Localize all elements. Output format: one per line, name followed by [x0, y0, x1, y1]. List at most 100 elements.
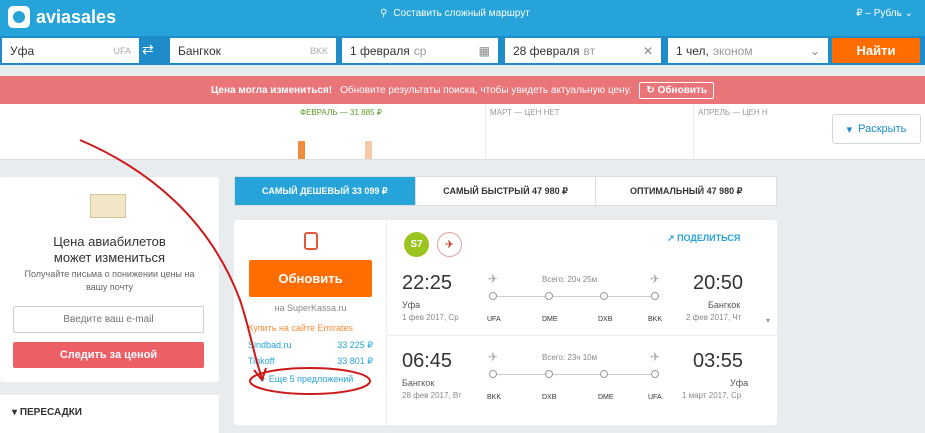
currency-selector[interactable]: ₽ – Рубль ⌄	[856, 8, 913, 19]
subscribe-title: Цена авиабилетов может измениться	[0, 234, 219, 266]
offer-row[interactable]: Sindbad.ru 33 225 ₽	[248, 340, 373, 351]
share-icon: ↗	[667, 233, 675, 243]
transfers-filter[interactable]: ▾ ПЕРЕСАДКИ	[0, 395, 219, 433]
complex-route-link[interactable]: ⚲ Составить сложный маршрут	[380, 8, 530, 19]
transfers-label: ПЕРЕСАДКИ	[19, 407, 82, 418]
stop-dot	[489, 370, 497, 378]
stop-dot	[545, 370, 553, 378]
inbound-arrival-city: Уфа	[730, 378, 749, 388]
buy-emirates-link[interactable]: Купить на сайте Emirates	[248, 323, 353, 333]
envelope-icon	[90, 194, 126, 218]
inbound-arrival-date: 1 март 2017, Ср	[682, 391, 742, 400]
outbound-duration: Всего: 20ч 25м	[542, 275, 598, 284]
month-label-mar[interactable]: МАРТ — ЦЕН НЕТ	[490, 108, 560, 117]
tab-optimal[interactable]: ОПТИМАЛЬНЫЙ 47 980 ₽	[596, 177, 776, 205]
tab-cheapest[interactable]: САМЫЙ ДЕШЕВЫЙ 33 099 ₽	[235, 177, 416, 205]
stop-dot	[600, 292, 608, 300]
search-bar: Уфа UFA ⇄ Бангкок BKK 1 февраля ср ▦ 28 …	[0, 36, 925, 65]
route-icon: ⚲	[380, 8, 388, 19]
outbound-arrival-date: 2 фев 2017, Чт	[686, 313, 742, 322]
email-input[interactable]	[13, 306, 204, 333]
airport-code: UFA	[487, 316, 501, 323]
alert-strong: Цена могла измениться!	[210, 84, 333, 96]
top-bar: aviasales ⚲ Составить сложный маршрут ₽ …	[0, 0, 925, 36]
share-label: ПОДЕЛИТЬСЯ	[677, 233, 741, 243]
month-divider	[485, 104, 486, 160]
logo[interactable]: aviasales	[8, 6, 116, 28]
offer-agency: Sindbad.ru	[248, 340, 292, 350]
inbound-duration: Всего: 23ч 10м	[542, 353, 598, 362]
baggage-icon	[304, 232, 318, 250]
inbound-arrival-time: 03:55	[693, 350, 744, 372]
expand-calendar-button[interactable]: ▾ Раскрыть	[832, 114, 921, 144]
ticket-purchase-panel: Обновить на SuperKassa.ru Купить на сайт…	[234, 220, 387, 425]
offer-agency: Tinkoff	[248, 356, 275, 366]
logo-text: aviasales	[36, 6, 117, 27]
month-divider	[693, 104, 694, 160]
subscribe-title-line: может измениться	[53, 250, 166, 265]
depart-date-value: 1 февраля	[350, 43, 410, 58]
share-button[interactable]: ↗ ПОДЕЛИТЬСЯ	[667, 233, 740, 244]
origin-iata: UFA	[113, 45, 131, 56]
segment-divider	[387, 335, 777, 336]
swap-icon[interactable]: ⇄	[142, 41, 154, 58]
plane-landing-icon: ✈	[650, 272, 661, 286]
refresh-icon: ↻	[646, 84, 655, 96]
month-label-feb[interactable]: ФЕВРАЛЬ — 31 885 ₽	[300, 108, 382, 117]
passengers-field[interactable]: 1 чел, эконом ⌄	[668, 38, 828, 63]
airport-code: DME	[598, 394, 614, 401]
stop-dot	[489, 292, 497, 300]
month-label-apr[interactable]: АПРЕЛЬ — ЦЕН Н	[698, 108, 768, 117]
inbound-departure-date: 28 фев 2017, Вт	[402, 391, 462, 400]
origin-field[interactable]: Уфа UFA	[2, 38, 139, 63]
logo-icon	[8, 6, 30, 28]
clear-icon[interactable]: ✕	[643, 44, 653, 58]
caret-down-icon[interactable]: ▾	[766, 316, 770, 325]
subscribe-title-line: Цена авиабилетов	[53, 234, 166, 249]
emirates-airline-logo: ✈	[437, 232, 462, 257]
airport-code: BKK	[487, 394, 502, 401]
stop-dot	[651, 292, 659, 300]
expand-label: Раскрыть	[858, 123, 907, 135]
caret-down-icon: ▾	[846, 123, 853, 136]
inbound-departure-city: Бангкок	[402, 378, 435, 388]
chevron-down-icon: ⌄	[904, 8, 913, 19]
caret-down-icon: ▾	[12, 407, 18, 418]
agency-label: на SuperKassa.ru	[274, 303, 347, 313]
calendar-icon: ▦	[478, 43, 490, 58]
destination-value: Бангкок	[178, 43, 221, 58]
update-button[interactable]: Обновить	[249, 260, 372, 297]
stop-dot	[545, 292, 553, 300]
alert-text: Обновите результаты поиска, чтобы увидет…	[340, 84, 632, 96]
calendar-price-bar[interactable]	[298, 141, 305, 159]
currency-label: ₽ – Рубль	[856, 8, 902, 19]
airport-code: DXB	[598, 316, 613, 323]
depart-date-field[interactable]: 1 февраля ср ▦	[342, 38, 498, 63]
stop-dot	[600, 370, 608, 378]
alert-refresh-button[interactable]: ↻ Обновить	[639, 81, 715, 99]
depart-day: ср	[413, 43, 427, 58]
calendar-price-bar[interactable]	[365, 141, 372, 159]
route-line	[496, 296, 656, 297]
more-offers-link[interactable]: + Еще 5 предложений	[261, 374, 353, 384]
offer-row[interactable]: Tinkoff 33 801 ₽	[248, 356, 373, 367]
airport-code: UFA	[648, 394, 662, 401]
outbound-departure-city: Уфа	[402, 300, 421, 310]
destination-field[interactable]: Бангкок BKK	[170, 38, 336, 63]
route-line	[496, 374, 656, 375]
return-date-field[interactable]: 28 февраля вт ✕	[505, 38, 661, 63]
outbound-departure-date: 1 фев 2017, Ср	[402, 313, 459, 322]
plane-takeoff-icon: ✈	[488, 272, 499, 286]
airport-code: DXB	[542, 394, 557, 401]
destination-iata: BKK	[309, 45, 328, 56]
origin-value: Уфа	[10, 43, 35, 58]
ticket-card: Обновить на SuperKassa.ru Купить на сайт…	[234, 220, 777, 425]
follow-price-button[interactable]: Следить за ценой	[13, 342, 204, 368]
return-day: вт	[583, 43, 596, 58]
airport-code: DME	[542, 316, 558, 323]
tab-fastest[interactable]: САМЫЙ БЫСТРЫЙ 47 980 ₽	[416, 177, 597, 205]
price-subscribe-card: Цена авиабилетов может измениться Получа…	[0, 177, 219, 382]
s7-airline-logo: S7	[404, 232, 429, 257]
find-button[interactable]: Найти	[832, 38, 920, 63]
alert-refresh-label: Обновить	[657, 84, 708, 96]
